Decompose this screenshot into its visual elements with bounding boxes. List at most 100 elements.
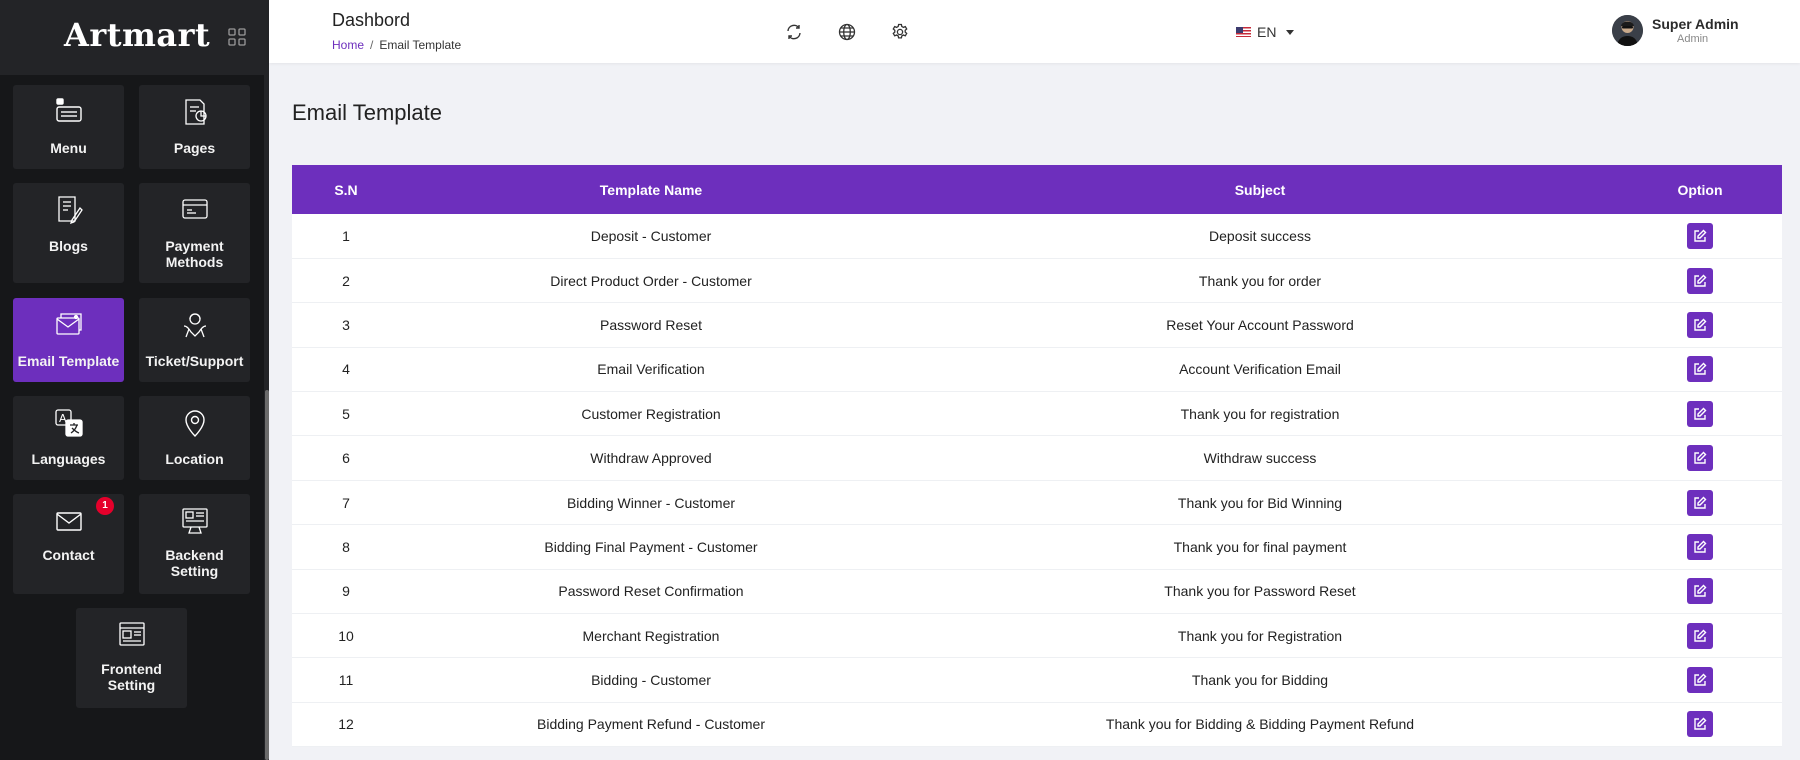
cell-option <box>1618 480 1782 526</box>
cell-option <box>1618 524 1782 570</box>
cell-option <box>1618 702 1782 748</box>
envelope-icon <box>56 512 82 531</box>
pages-icon <box>185 99 207 125</box>
avatar[interactable] <box>1612 15 1643 46</box>
edit-button[interactable] <box>1687 222 1713 249</box>
cell-option <box>1618 569 1782 615</box>
language-selector[interactable]: EN <box>1236 24 1295 40</box>
edit-icon <box>1694 673 1707 686</box>
cell-sn: 11 <box>292 657 400 703</box>
location-icon <box>185 410 205 437</box>
cell-sn: 5 <box>292 391 400 437</box>
cell-template-name: Email Verification <box>400 347 902 393</box>
sidebar-item-payment-methods[interactable]: Payment Methods <box>139 183 250 283</box>
edit-icon <box>1694 229 1707 242</box>
sidebar-item-frontend-setting[interactable]: Frontend Setting <box>76 608 187 708</box>
cell-subject: Thank you for Password Reset <box>902 569 1618 615</box>
cell-template-name: Customer Registration <box>400 391 902 437</box>
table-row: 7 Bidding Winner - Customer Thank you for … <box>292 480 1782 526</box>
edit-button[interactable] <box>1687 578 1713 605</box>
table-header-row: S.N Template Name Subject Option <box>292 165 1782 214</box>
cell-option <box>1618 435 1782 481</box>
edit-icon <box>1694 407 1707 420</box>
column-header-option: Option <box>1677 181 1723 198</box>
column-header-template-name: Template Name <box>599 181 703 198</box>
frontend-setting-icon <box>119 622 145 646</box>
sidebar-item-pages[interactable]: Pages <box>139 85 250 169</box>
settings-gear-icon[interactable] <box>891 23 909 41</box>
table-row: 10 Merchant Registration Thank you for Reg… <box>292 613 1782 659</box>
sidebar-item-ticket-support[interactable]: Ticket/Support <box>139 298 250 382</box>
sidebar-item-label: Location <box>165 451 224 467</box>
edit-button[interactable] <box>1687 489 1713 516</box>
content-title: Email Template <box>292 100 442 125</box>
menu-icon <box>56 98 82 122</box>
languages-icon: A <box>55 409 83 437</box>
edit-icon <box>1694 584 1707 598</box>
email-template-table: S.N Template Name Subject Option 1 Deposi… <box>292 165 1782 748</box>
edit-button[interactable] <box>1687 311 1713 338</box>
grid-menu-icon[interactable] <box>228 28 246 46</box>
sidebar-item-blogs[interactable]: Blogs <box>13 183 124 283</box>
sidebar-item-label: Email Template <box>17 353 120 369</box>
user-role: Admin <box>1677 33 1709 45</box>
edit-icon <box>1694 540 1707 553</box>
sidebar-item-location[interactable]: Location <box>139 396 250 480</box>
refresh-icon[interactable] <box>785 23 803 41</box>
cell-subject: Thank you for order <box>902 258 1618 304</box>
sidebar-item-menu[interactable]: Menu <box>13 85 124 169</box>
cell-option <box>1618 347 1782 393</box>
edit-icon <box>1694 362 1707 376</box>
edit-button[interactable] <box>1687 267 1713 294</box>
cell-sn: 12 <box>292 702 400 748</box>
user-avatar-icon <box>1612 15 1643 46</box>
cell-sn: 4 <box>292 347 400 393</box>
globe-icon[interactable] <box>838 23 856 41</box>
cell-option <box>1618 258 1782 304</box>
table-body: 1 Deposit - Customer Deposit success 2 Direc… <box>292 214 1782 748</box>
cell-sn: 10 <box>292 613 400 659</box>
sidebar-scrollbar-thumb[interactable] <box>265 390 269 760</box>
user-name[interactable]: Super Admin <box>1652 16 1739 32</box>
edit-button[interactable] <box>1687 356 1713 383</box>
contact-notification-badge: 1 <box>96 497 114 515</box>
breadcrumb-current: Email Template <box>379 38 462 52</box>
sidebar-item-languages[interactable]: A Languages <box>13 396 124 480</box>
breadcrumb-separator: / <box>370 38 374 52</box>
edit-button[interactable] <box>1687 400 1713 427</box>
sidebar-item-label: Blogs <box>49 238 88 254</box>
table-row: 11 Bidding - Customer Thank you for Biddin… <box>292 657 1782 703</box>
cell-subject: Deposit success <box>902 214 1618 259</box>
sidebar-item-backend-setting[interactable]: Backend Setting <box>139 494 250 594</box>
cell-option <box>1618 613 1782 659</box>
breadcrumb-home-link[interactable]: Home <box>332 38 364 52</box>
edit-button[interactable] <box>1687 667 1713 694</box>
sidebar-header: Artmart <box>0 0 269 75</box>
cell-template-name: Password Reset Confirmation <box>400 569 902 615</box>
cell-sn: 6 <box>292 435 400 481</box>
sidebar-item-email-template[interactable]: Email Template <box>13 298 124 382</box>
edit-button[interactable] <box>1687 711 1713 738</box>
cell-template-name: Bidding Winner - Customer <box>400 480 902 526</box>
cell-sn: 8 <box>292 524 400 570</box>
cell-sn: 1 <box>292 214 400 259</box>
logo[interactable]: Artmart <box>64 16 210 54</box>
cell-sn: 7 <box>292 480 400 526</box>
edit-icon <box>1694 717 1707 731</box>
edit-button[interactable] <box>1687 533 1713 560</box>
sidebar-item-label: Menu <box>50 140 87 156</box>
top-header: Dashbord Home / Email Template EN Super Ad… <box>269 0 1800 63</box>
edit-button[interactable] <box>1687 445 1713 472</box>
email-template-icon <box>56 313 82 335</box>
cell-template-name: Direct Product Order - Customer <box>400 258 902 304</box>
cell-subject: Withdraw success <box>902 435 1618 481</box>
payment-icon <box>182 199 208 219</box>
sidebar-item-label: Pages <box>173 140 216 156</box>
table-row: 6 Withdraw Approved Withdraw success <box>292 435 1782 481</box>
cell-sn: 3 <box>292 302 400 348</box>
edit-button[interactable] <box>1687 622 1713 649</box>
cell-option <box>1618 214 1782 259</box>
table-row: 9 Password Reset Confirmation Thank you fo… <box>292 569 1782 615</box>
edit-icon <box>1694 496 1707 509</box>
cell-option <box>1618 302 1782 348</box>
